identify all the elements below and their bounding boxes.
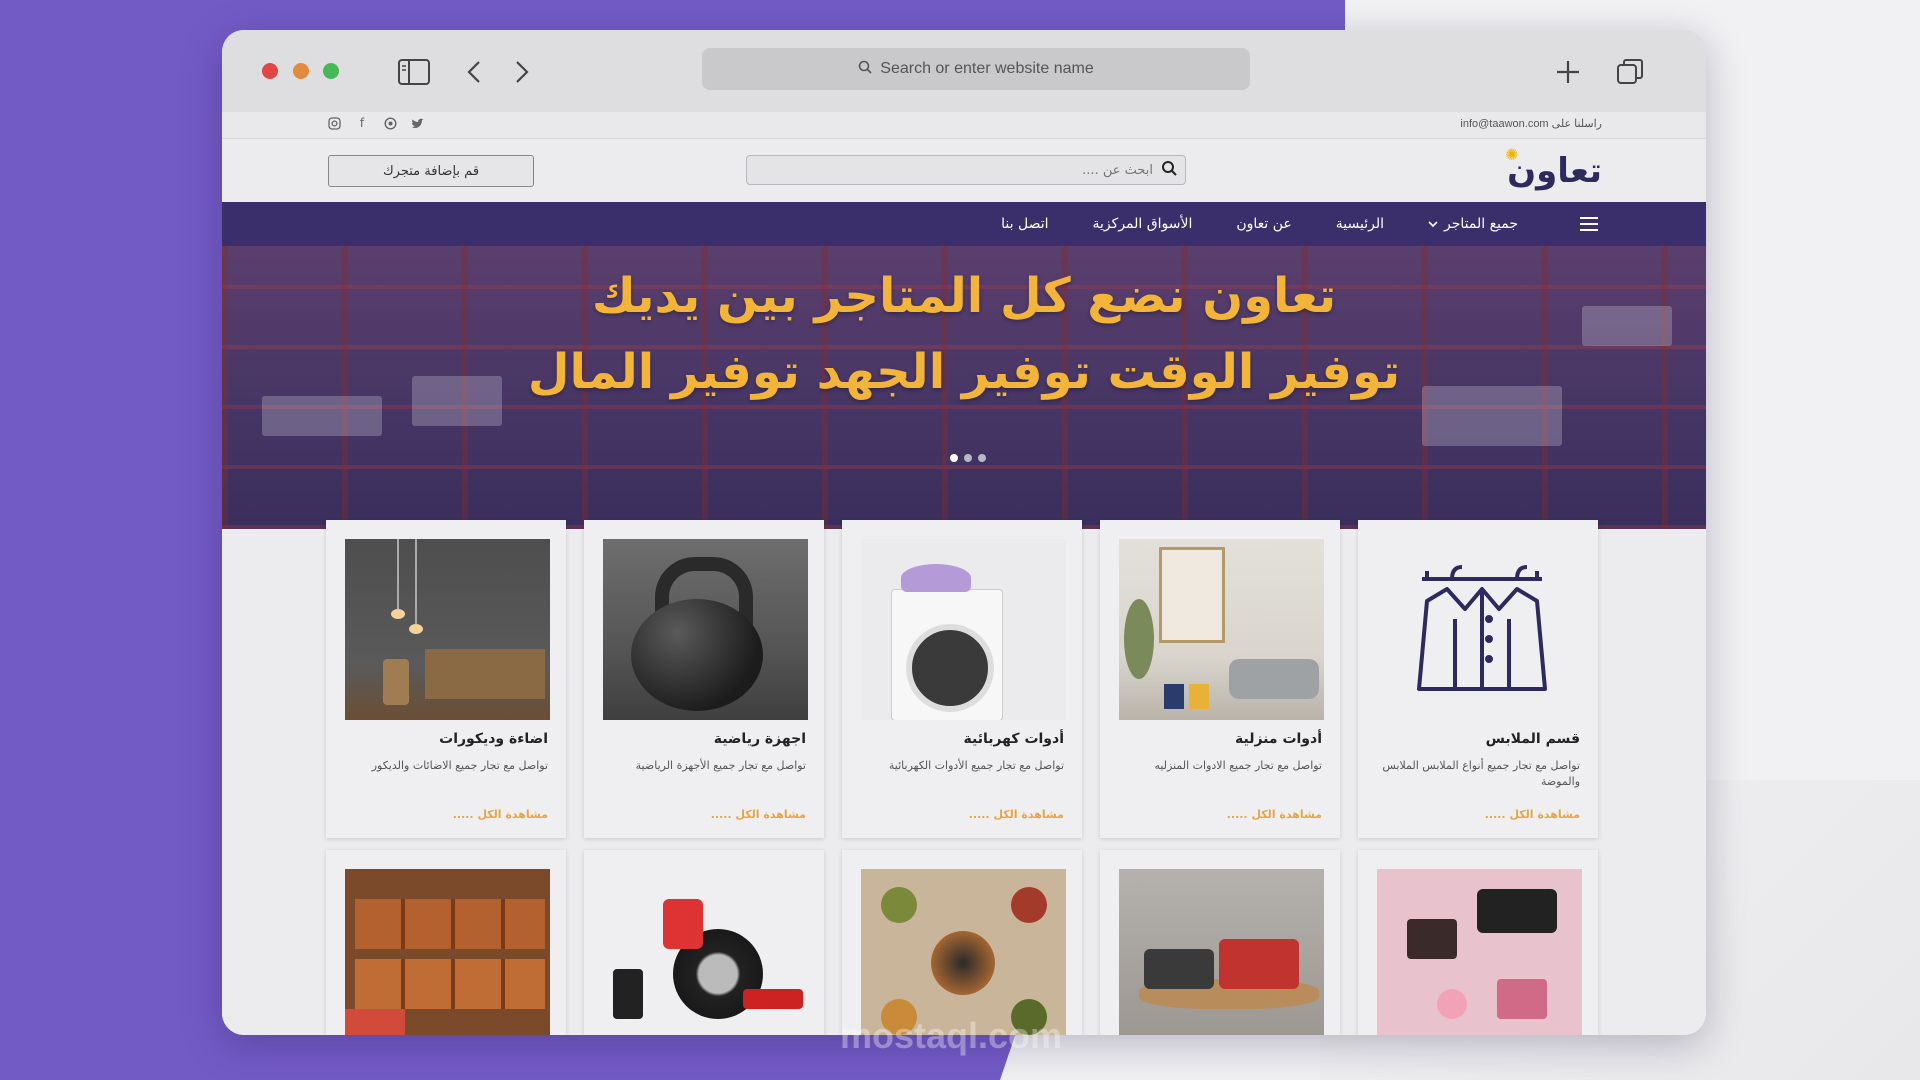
nav-item-about[interactable]: عن تعاون — [1236, 216, 1291, 232]
new-tab-icon[interactable] — [1548, 52, 1588, 92]
social-links: f — [326, 115, 426, 131]
carousel-dots — [950, 454, 986, 462]
chevron-down-icon — [1428, 221, 1438, 228]
menu-icon — [1580, 217, 1598, 231]
kettlebell-image — [603, 539, 808, 720]
washing-machine-image — [861, 539, 1066, 720]
browser-toolbar: Search or enter website name — [222, 30, 1706, 112]
clothes-icon — [1377, 539, 1582, 720]
view-all-link[interactable]: مشاهدة الكل ..... — [969, 808, 1064, 821]
category-title: اجهزة رياضية — [713, 731, 806, 747]
category-description: تواصل مع تجار جميع الادوات المنزليه — [1154, 759, 1322, 772]
car-parts-image — [603, 869, 808, 1035]
category-card-lighting[interactable]: اضاءة وديكورات تواصل مع تجار جميع الاضائ… — [326, 520, 566, 838]
logo-text: تعاون — [1507, 151, 1602, 191]
bricks-image — [345, 869, 550, 1035]
category-description: تواصل مع تجار جميع أنواع الملابس الملابس… — [1382, 759, 1580, 788]
category-description: تواصل مع تجار جميع الاضائات والديكور — [371, 759, 548, 772]
view-all-link[interactable]: مشاهدة الكل ..... — [453, 808, 548, 821]
browser-window: Search or enter website name راسلنا على … — [222, 30, 1706, 1035]
view-all-link[interactable]: مشاهدة الكل ..... — [1485, 808, 1580, 821]
hero-headline: تعاون نضع كل المتاجر بين يديك — [591, 268, 1337, 324]
address-bar[interactable]: Search or enter website name — [702, 48, 1250, 90]
nav-item-label: جميع المتاجر — [1444, 216, 1518, 232]
back-icon[interactable] — [454, 52, 494, 92]
cosmetics-image — [1377, 869, 1582, 1035]
nav-item-central-markets[interactable]: الأسواق المركزية — [1093, 216, 1193, 232]
spices-image — [861, 869, 1066, 1035]
contact-email[interactable]: راسلنا على info@taawon.com — [1460, 117, 1602, 130]
site-logo[interactable]: ✺ تعاون — [1505, 145, 1602, 191]
search-icon — [858, 60, 872, 79]
nav-item-all-stores[interactable]: جميع المتاجر — [1428, 216, 1518, 232]
minimize-window-button[interactable] — [293, 63, 309, 79]
category-card-clothes[interactable]: قسم الملابس تواصل مع تجار جميع أنواع الم… — [1358, 520, 1598, 838]
nav-item-home[interactable]: الرئيسية — [1336, 216, 1384, 232]
carousel-dot[interactable] — [978, 454, 986, 462]
view-all-link[interactable]: مشاهدة الكل ..... — [1227, 808, 1322, 821]
address-placeholder: Search or enter website name — [880, 60, 1094, 77]
category-card-sports[interactable]: اجهزة رياضية تواصل مع تجار جميع الأجهزة … — [584, 520, 824, 838]
category-title: قسم الملابس — [1485, 731, 1580, 747]
toy-truck-image — [1119, 869, 1324, 1035]
category-card-electrical[interactable]: أدوات كهربائية تواصل مع تجار جميع الأدوا… — [842, 520, 1082, 838]
search-input[interactable] — [755, 161, 1155, 179]
nav-item-contact[interactable]: اتصل بنا — [1001, 216, 1048, 232]
twitter-icon[interactable] — [410, 115, 426, 131]
add-store-button[interactable]: قم بإضافة متجرك — [328, 155, 534, 187]
facebook-icon[interactable]: f — [354, 115, 370, 131]
search-icon[interactable] — [1161, 160, 1177, 180]
hero-banner: تعاون نضع كل المتاجر بين يديك توفير الوق… — [222, 246, 1706, 529]
sun-icon: ✺ — [1505, 145, 1519, 164]
category-card-toys[interactable] — [1100, 850, 1340, 1035]
category-card-building[interactable] — [326, 850, 566, 1035]
site-search — [746, 155, 1186, 185]
category-card-car-parts[interactable] — [584, 850, 824, 1035]
tabs-overview-icon[interactable] — [1610, 52, 1650, 92]
carousel-dot[interactable] — [964, 454, 972, 462]
close-window-button[interactable] — [262, 63, 278, 79]
hero-subheadline: توفير الوقت توفير الجهد توفير المال — [527, 344, 1401, 400]
carousel-dot[interactable] — [950, 454, 958, 462]
lamps-decor-image — [345, 539, 550, 720]
whatsapp-icon[interactable] — [382, 115, 398, 131]
view-all-link[interactable]: مشاهدة الكل ..... — [711, 808, 806, 821]
sidebar-toggle-icon[interactable] — [394, 52, 434, 92]
forward-icon[interactable] — [502, 52, 542, 92]
category-title: أدوات منزلية — [1235, 731, 1322, 747]
living-room-image — [1119, 539, 1324, 720]
category-card-home-tools[interactable]: أدوات منزلية تواصل مع تجار جميع الادوات … — [1100, 520, 1340, 838]
contact-topbar: راسلنا على info@taawon.com f — [222, 112, 1706, 139]
website-page: راسلنا على info@taawon.com f ✺ تعاون ابح… — [222, 112, 1706, 1035]
category-card-cosmetics[interactable] — [1358, 850, 1598, 1035]
category-title: اضاءة وديكورات — [439, 731, 548, 747]
main-nav: جميع المتاجر الرئيسية عن تعاون الأسواق ا… — [222, 202, 1706, 246]
category-description: تواصل مع تجار جميع الأجهزة الرياضية — [635, 759, 806, 772]
category-description: تواصل مع تجار جميع الأدوات الكهربائية — [888, 759, 1064, 772]
maximize-window-button[interactable] — [323, 63, 339, 79]
instagram-icon[interactable] — [326, 115, 342, 131]
site-header: ✺ تعاون قم بإضافة متجرك — [222, 139, 1706, 201]
nav-menu-toggle[interactable] — [1562, 217, 1598, 231]
watermark: mostaql.com — [840, 1015, 1063, 1056]
hero-shelf-box — [262, 396, 382, 436]
category-card-spices[interactable] — [842, 850, 1082, 1035]
category-title: أدوات كهربائية — [963, 731, 1065, 747]
